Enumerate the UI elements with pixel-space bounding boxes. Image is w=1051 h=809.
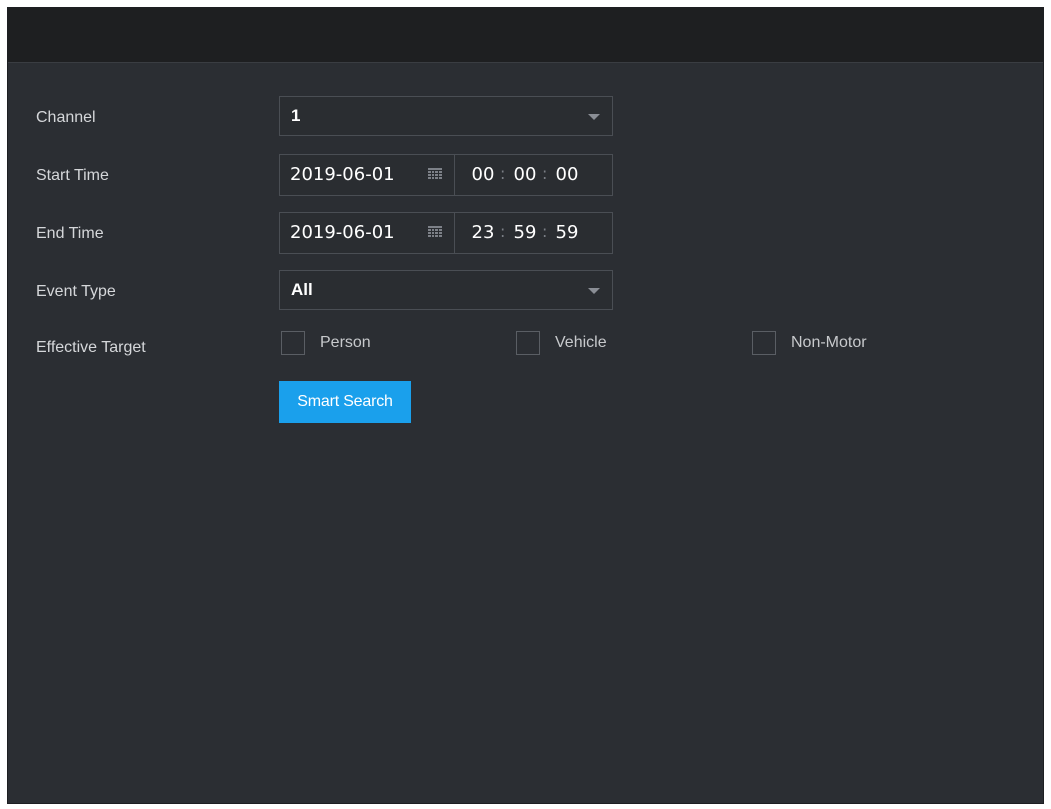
- event-type-select[interactable]: All: [279, 270, 613, 310]
- channel-label: Channel: [36, 109, 96, 126]
- channel-select-value: 1: [291, 106, 301, 125]
- effective-target-label: Effective Target: [36, 339, 146, 356]
- start-time-label: Start Time: [36, 167, 109, 184]
- end-time-label: End Time: [36, 225, 104, 242]
- end-hour-field[interactable]: 23: [471, 213, 495, 253]
- start-date-input[interactable]: 2019-06-01: [279, 154, 455, 196]
- event-type-label: Event Type: [36, 283, 116, 300]
- start-second-field[interactable]: 00: [555, 155, 579, 195]
- end-time-input: 23 : 59 : 59: [455, 212, 613, 254]
- non-motor-checkbox[interactable]: [752, 331, 776, 355]
- time-separator: :: [500, 222, 506, 241]
- end-date-input[interactable]: 2019-06-01: [279, 212, 455, 254]
- dialog-titlebar: [8, 8, 1043, 63]
- chevron-down-icon: [588, 288, 600, 294]
- event-type-select-value: All: [291, 280, 313, 299]
- end-date-value: 2019-06-01: [290, 222, 395, 243]
- vehicle-checkbox-label: Vehicle: [555, 334, 607, 351]
- start-minute-field[interactable]: 00: [513, 155, 537, 195]
- channel-select[interactable]: 1: [279, 96, 613, 136]
- calendar-icon[interactable]: [428, 168, 442, 180]
- start-hour-field[interactable]: 00: [471, 155, 495, 195]
- time-separator: :: [500, 164, 506, 183]
- calendar-icon[interactable]: [428, 226, 442, 238]
- person-checkbox[interactable]: [281, 331, 305, 355]
- end-minute-field[interactable]: 59: [513, 213, 537, 253]
- non-motor-checkbox-label: Non-Motor: [791, 334, 867, 351]
- smart-search-dialog: Channel 1 Start Time 2019-06-01 00 : 00 …: [7, 7, 1044, 804]
- start-date-value: 2019-06-01: [290, 164, 395, 185]
- end-second-field[interactable]: 59: [555, 213, 579, 253]
- smart-search-button[interactable]: Smart Search: [279, 381, 411, 423]
- vehicle-checkbox[interactable]: [516, 331, 540, 355]
- time-separator: :: [542, 222, 548, 241]
- time-separator: :: [542, 164, 548, 183]
- chevron-down-icon: [588, 114, 600, 120]
- person-checkbox-label: Person: [320, 334, 371, 351]
- start-time-input: 00 : 00 : 00: [455, 154, 613, 196]
